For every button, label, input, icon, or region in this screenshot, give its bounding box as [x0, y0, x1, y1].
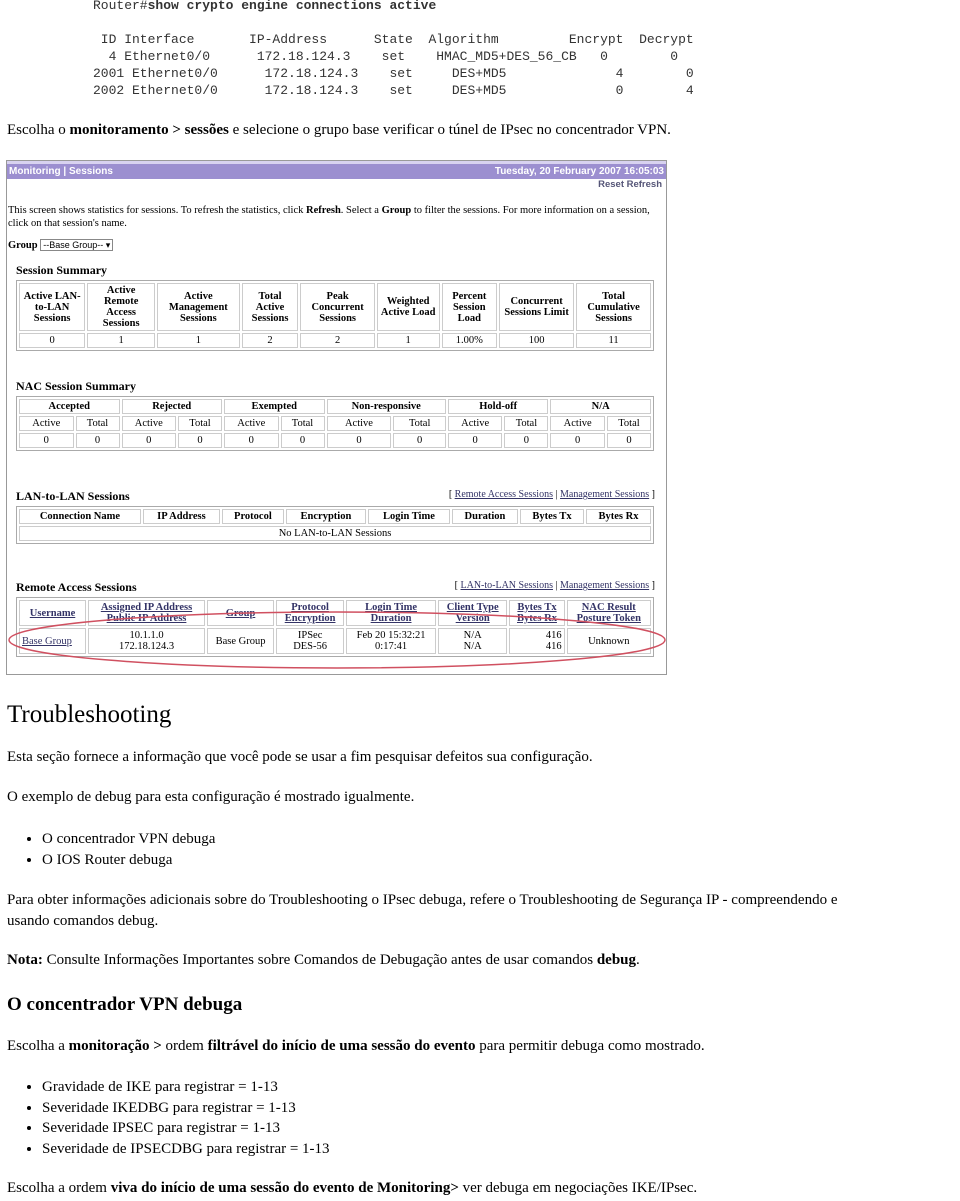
total-subheader: Total: [75, 416, 120, 431]
column-header: Connection Name: [19, 509, 141, 524]
nac-value: 0: [504, 433, 549, 448]
summary-value: 1: [157, 333, 240, 348]
note: Nota: Consulte Informações Importantes s…: [7, 952, 640, 968]
refresh-link[interactable]: Refresh: [627, 179, 662, 190]
nac-value: 0: [121, 433, 177, 448]
total-subheader: Total: [393, 416, 446, 431]
remote-access-title: Remote Access Sessions: [16, 580, 137, 594]
troubleshooting-heading: Troubleshooting: [7, 701, 172, 728]
paragraph: Para obter informações adicionais sobre …: [7, 892, 838, 929]
nac-group-header: Non-responsive: [326, 399, 446, 414]
active-subheader: Active: [326, 416, 392, 431]
active-subheader: Active: [121, 416, 177, 431]
nac-group-header: Exempted: [224, 399, 325, 414]
code-command: Router#show crypto engine connections ac…: [93, 0, 437, 13]
nac-group-header: Accepted: [19, 399, 120, 414]
nac-value: 0: [326, 433, 392, 448]
column-header: Active LAN-to-LAN Sessions: [19, 283, 86, 331]
list-item: Severidade IPSEC para registrar = 1-13: [42, 1118, 330, 1139]
management-link[interactable]: Management Sessions: [560, 580, 649, 591]
list-item: Gravidade de IKE para registrar = 1-13: [42, 1077, 330, 1098]
nac-summary-title: NAC Session Summary: [16, 379, 137, 393]
summary-value: 0: [19, 333, 86, 348]
nac-value: 0: [75, 433, 120, 448]
paragraph: Escolha a ordem viva do início de uma se…: [7, 1180, 698, 1196]
column-header: Total Active Sessions: [241, 283, 299, 331]
total-subheader: Total: [178, 416, 222, 431]
active-subheader: Active: [224, 416, 279, 431]
column-header: Active Management Sessions: [157, 283, 240, 331]
list-item[interactable]: O concentrador VPN debuga: [42, 829, 215, 850]
lan-to-lan-link[interactable]: LAN-to-LAN Sessions: [460, 580, 553, 591]
reset-link[interactable]: Reset: [598, 179, 624, 190]
summary-value: 11: [576, 333, 651, 348]
highlight-ellipse: [8, 611, 666, 669]
column-header: Active Remote Access Sessions: [87, 283, 156, 331]
paragraph: O exemplo de debug para esta configuraçã…: [7, 789, 415, 805]
vpn-debug-heading: O concentrador VPN debuga: [7, 994, 243, 1015]
session-summary-title: Session Summary: [16, 263, 108, 277]
column-header: Protocol: [222, 509, 284, 524]
nac-value: 0: [280, 433, 325, 448]
column-header: Concurrent Sessions Limit: [499, 283, 575, 331]
empty-message: No LAN-to-LAN Sessions: [19, 526, 651, 541]
summary-value: 100: [499, 333, 575, 348]
total-subheader: Total: [504, 416, 549, 431]
column-header: Duration: [451, 509, 519, 524]
summary-value: 2: [241, 333, 299, 348]
title-bar: Monitoring | Sessions Tuesday, 20 Februar…: [7, 161, 666, 179]
active-subheader: Active: [550, 416, 605, 431]
nac-group-header: Rejected: [121, 399, 222, 414]
total-subheader: Total: [606, 416, 651, 431]
column-header: Bytes Tx: [520, 509, 584, 524]
summary-value: 2: [300, 333, 375, 348]
code-line: 4 Ethernet0/0 172.18.124.3 set HMAC_MD5+…: [93, 49, 679, 64]
intro-paragraph: Escolha o monitoramento > sessões e sele…: [7, 122, 671, 138]
summary-value: 1.00%: [441, 333, 498, 348]
column-header: Peak Concurrent Sessions: [300, 283, 375, 331]
paragraph: Escolha a monitoração > ordem filtrável …: [7, 1038, 705, 1054]
column-header: Bytes Rx: [585, 509, 651, 524]
paragraph: Esta seção fornece a informação que você…: [7, 749, 593, 765]
nac-group-header: N/A: [550, 399, 651, 414]
management-link[interactable]: Management Sessions: [560, 489, 649, 500]
vpn-sessions-screenshot: Monitoring | Sessions Tuesday, 20 Februar…: [6, 160, 667, 675]
column-header: Weighted Active Load: [376, 283, 440, 331]
column-header: Login Time: [368, 509, 450, 524]
nac-value: 0: [550, 433, 605, 448]
list-item: Severidade IKEDBG para registrar = 1-13: [42, 1098, 330, 1119]
nac-value: 0: [447, 433, 503, 448]
remote-access-link[interactable]: Remote Access Sessions: [455, 489, 553, 500]
summary-value: 1: [87, 333, 156, 348]
code-line: 2001 Ethernet0/0 172.18.124.3 set DES+MD…: [93, 66, 694, 81]
code-line: ID Interface IP-Address State Algorithm …: [93, 32, 694, 47]
lan-to-lan-title: LAN-to-LAN Sessions: [16, 489, 130, 503]
nac-value: 0: [224, 433, 279, 448]
column-header: Total Cumulative Sessions: [576, 283, 651, 331]
severity-list: Gravidade de IKE para registrar = 1-13 S…: [0, 1077, 330, 1159]
debug-list: O concentrador VPN debuga O IOS Router d…: [0, 829, 215, 870]
screen-description: This screen shows statistics for session…: [8, 205, 650, 229]
summary-value: 1: [376, 333, 440, 348]
list-item[interactable]: O IOS Router debuga: [42, 850, 215, 871]
column-header: Percent Session Load: [441, 283, 498, 331]
nac-value: 0: [19, 433, 74, 448]
active-subheader: Active: [19, 416, 74, 431]
session-summary-table: Active LAN-to-LAN Sessions Active Remote …: [16, 280, 654, 351]
code-line: 2002 Ethernet0/0 172.18.124.3 set DES+MD…: [93, 83, 694, 98]
nac-value: 0: [606, 433, 651, 448]
lan-to-lan-table: Connection Name IP Address Protocol Encrypt…: [16, 506, 654, 544]
nac-summary-table: Accepted Rejected Exempted Non-responsive Ho…: [16, 396, 654, 451]
column-header: IP Address: [142, 509, 220, 524]
nac-group-header: Hold-off: [447, 399, 549, 414]
list-item: Severidade de IPSECDBG para registrar = …: [42, 1139, 330, 1160]
nac-value: 0: [393, 433, 446, 448]
group-select[interactable]: --Base Group-- ▾: [40, 239, 114, 251]
active-subheader: Active: [447, 416, 503, 431]
column-header: Encryption: [285, 509, 367, 524]
total-subheader: Total: [280, 416, 325, 431]
nac-value: 0: [178, 433, 222, 448]
code-block: Router#show crypto engine connections ac…: [93, 0, 694, 99]
